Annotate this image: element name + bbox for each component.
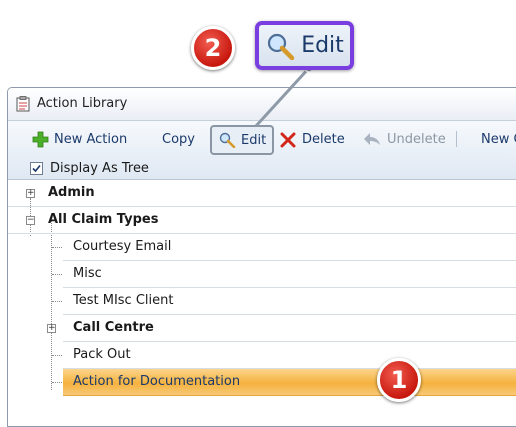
step-badge-2: 2 (191, 26, 235, 70)
new-action-button[interactable]: New Action (32, 129, 127, 149)
tree-line (52, 301, 62, 302)
plus-icon (32, 131, 49, 147)
tree-node-label: Test MIsc Client (73, 293, 174, 308)
red-x-icon (280, 132, 296, 147)
toolbar: New Action Copy Edit Delete Undelete New… (8, 121, 516, 180)
copy-label: Copy (162, 131, 195, 147)
magnifier-pencil-icon (268, 33, 295, 60)
action-library-window: Action Library New Action Copy Edit Dele… (7, 87, 516, 427)
step-badge-1: 1 (377, 358, 421, 402)
copy-button[interactable]: Copy (162, 129, 195, 149)
tree-node-call-centre[interactable]: + Call Centre (47, 315, 516, 342)
display-as-tree-label: Display As Tree (50, 160, 149, 176)
tree-node-action-for-documentation[interactable]: Action for Documentation (63, 369, 516, 396)
edit-zoom-callout: Edit (255, 21, 354, 70)
window-title: Action Library (37, 96, 128, 111)
new-button-partial[interactable]: New C (481, 129, 516, 149)
tree-node-misc[interactable]: Misc (63, 261, 516, 288)
collapse-icon[interactable]: − (26, 216, 35, 225)
tree-node-label: Misc (73, 266, 102, 281)
tree-node-pack-out[interactable]: Pack Out (63, 342, 516, 369)
clipboard-icon (16, 96, 30, 112)
tree-node-label: Pack Out (73, 347, 131, 362)
delete-button[interactable]: Delete (280, 129, 345, 149)
tree-line (52, 247, 62, 248)
tree-line (52, 274, 62, 275)
tree-line (51, 220, 52, 390)
expand-icon[interactable]: + (26, 189, 35, 198)
new-action-label: New Action (54, 131, 128, 147)
new-partial-label: New C (481, 131, 516, 147)
edit-button[interactable]: Edit (210, 125, 275, 155)
delete-label: Delete (302, 131, 345, 147)
tree-node-label: Call Centre (73, 320, 154, 335)
action-tree: + Admin − All Claim Types Courtesy Email… (8, 180, 516, 426)
tree-line (52, 355, 62, 356)
display-as-tree-toggle[interactable]: Display As Tree (30, 160, 149, 176)
tree-node-label: Courtesy Email (73, 239, 172, 254)
display-as-tree-checkbox[interactable] (30, 161, 43, 175)
tree-node-admin[interactable]: + Admin (8, 180, 516, 207)
toolbar-separator (456, 131, 457, 147)
magnifier-pencil-icon (219, 132, 236, 148)
tree-node-label: Admin (48, 185, 95, 200)
zoom-edit-label: Edit (301, 33, 344, 58)
checkmark-icon (32, 164, 41, 172)
tree-node-label: All Claim Types (48, 212, 159, 227)
tree-node-all-claim-types[interactable]: − All Claim Types (8, 207, 516, 234)
edit-label: Edit (241, 132, 267, 148)
expand-icon[interactable]: + (47, 324, 56, 333)
tree-node-courtesy-email[interactable]: Courtesy Email (63, 234, 516, 261)
title-bar: Action Library (8, 88, 516, 121)
tree-node-label: Action for Documentation (73, 374, 241, 389)
undelete-label: Undelete (387, 131, 446, 147)
undo-arrow-icon (364, 133, 380, 145)
tree-line (52, 382, 62, 383)
undelete-button[interactable]: Undelete (362, 129, 446, 149)
tree-node-test-misc-client[interactable]: Test MIsc Client (63, 288, 516, 315)
